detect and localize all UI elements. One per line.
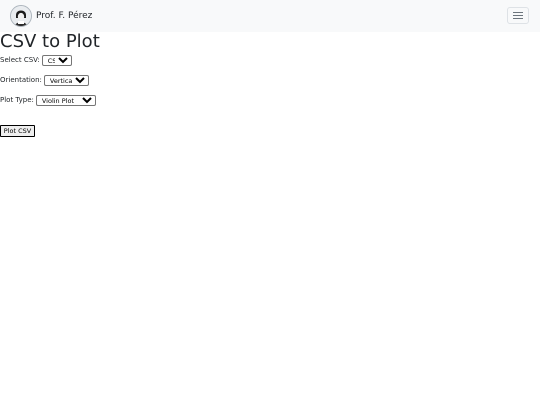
brand-link[interactable]: Prof. F. Pérez: [10, 5, 92, 27]
plot-type-label: Plot Type:: [0, 96, 34, 104]
select-csv-row: Select CSV: CSV 1: [0, 54, 72, 66]
orientation-row: Orientation: Vertical: [0, 74, 89, 86]
plot-type-dropdown[interactable]: Violin Plot: [35, 94, 96, 106]
navbar-toggler-button[interactable]: [507, 7, 529, 24]
plot-csv-button[interactable]: Plot CSV: [0, 125, 35, 137]
navbar: Prof. F. Pérez: [0, 0, 540, 32]
orientation-dropdown[interactable]: Vertical: [43, 74, 89, 86]
brand-name: Prof. F. Pérez: [36, 11, 93, 21]
plot-type-row: Plot Type: Violin Plot: [0, 94, 96, 106]
page-title: CSV to Plot: [0, 31, 100, 52]
person-avatar-icon: [10, 5, 32, 27]
select-csv-label: Select CSV:: [0, 56, 40, 64]
orientation-label: Orientation:: [0, 76, 42, 84]
select-csv-dropdown[interactable]: CSV 1: [41, 54, 72, 66]
